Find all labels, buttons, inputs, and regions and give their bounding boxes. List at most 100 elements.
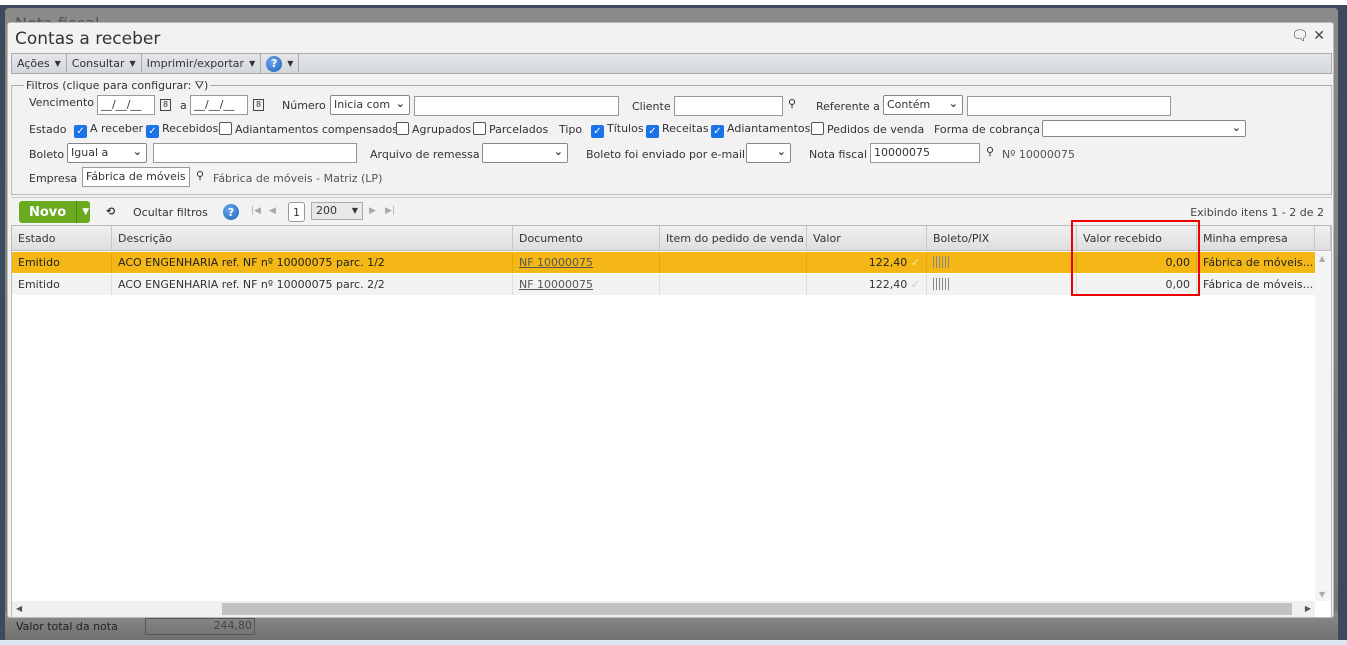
estado-a-receber-checkbox[interactable]: ✓ A receber <box>74 122 143 138</box>
checkbox-label: Pedidos de venda <box>827 123 925 136</box>
cell-estado: Emitido <box>12 274 112 295</box>
estado-adiantamentos-compensados-checkbox[interactable]: Adiantamentos compensados <box>219 122 398 136</box>
refresh-icon[interactable]: ⟲ <box>106 205 115 218</box>
referente-operator-select[interactable]: Contém ⌄ <box>883 95 963 115</box>
next-page-icon[interactable]: ▶ <box>369 206 376 216</box>
close-icon[interactable]: ✕ <box>1313 28 1325 44</box>
forma-cobranca-select[interactable]: ⌄ <box>1042 120 1246 137</box>
caret-down-icon: ▼ <box>129 59 136 68</box>
select-value: Contém <box>887 98 931 111</box>
empresa-input[interactable]: Fábrica de móveis - <box>82 167 190 187</box>
nota-fiscal-description: Nº 10000075 <box>1002 148 1075 161</box>
calendar-icon[interactable]: 8 <box>160 97 171 111</box>
novo-label: Novo <box>29 204 67 220</box>
barcode-icon[interactable] <box>933 278 949 290</box>
barcode-icon[interactable] <box>933 256 949 268</box>
search-icon[interactable]: ⚲ <box>986 145 994 158</box>
help-button[interactable]: ? <box>223 204 239 220</box>
dialog-window-controls: 🗨 ✕ <box>1291 28 1325 44</box>
nota-fiscal-input[interactable]: 10000075 <box>870 143 980 163</box>
first-page-icon[interactable]: |◀ <box>251 206 261 216</box>
comment-icon[interactable]: 🗨 <box>1291 28 1309 44</box>
vertical-scrollbar[interactable]: ▲ ▼ <box>1315 252 1331 601</box>
ocultar-filtros-button[interactable]: Ocultar filtros <box>133 206 208 219</box>
horizontal-scrollbar-thumb[interactable] <box>222 603 1292 615</box>
cell-boleto-pix <box>927 274 1077 295</box>
menu-imprimir-exportar[interactable]: Imprimir/exportar ▼ <box>142 54 262 73</box>
tipo-pedidos-de-venda-checkbox[interactable]: Pedidos de venda <box>811 122 924 136</box>
referente-label: Referente a <box>816 100 880 113</box>
tipo-label: Tipo <box>559 123 583 136</box>
checkbox-label: Adiantamentos compensados <box>235 123 398 136</box>
documento-link[interactable]: NF 10000075 <box>519 278 593 291</box>
column-header-estado[interactable]: Estado <box>12 226 112 251</box>
total-value-field[interactable]: 244,80 <box>145 618 255 635</box>
filter-funnel-icon[interactable]: ⛛ <box>195 79 204 92</box>
search-icon[interactable]: ⚲ <box>196 169 204 182</box>
estado-recebidos-checkbox[interactable]: ✓ Recebidos <box>146 122 218 138</box>
referente-input[interactable] <box>967 96 1171 116</box>
checkbox-icon: ✓ <box>711 125 724 138</box>
checkbox-label: Agrupados <box>412 123 472 136</box>
vencimento-to-input[interactable]: __/__/__ <box>190 95 248 115</box>
menu-bar: Ações ▼ Consultar ▼ Imprimir/exportar ▼ ? ▼ <box>11 53 1332 74</box>
tipo-adiantamentos-checkbox[interactable]: ✓ Adiantamentos <box>711 122 810 138</box>
cell-estado: Emitido <box>12 252 112 273</box>
cell-documento: NF 10000075 <box>513 252 660 273</box>
scroll-left-icon[interactable]: ◀ <box>16 604 22 613</box>
column-header-descricao[interactable]: Descrição <box>112 226 513 251</box>
chevron-down-icon: ⌄ <box>948 97 958 110</box>
estado-agrupados-checkbox[interactable]: Agrupados <box>396 122 471 136</box>
numero-input[interactable] <box>414 96 619 116</box>
novo-button[interactable]: Novo ▼ <box>19 201 90 223</box>
column-header-valor[interactable]: Valor <box>807 226 927 251</box>
vencimento-label: Vencimento <box>29 96 95 109</box>
horizontal-scrollbar[interactable]: ◀ ▶ <box>12 601 1315 617</box>
menu-consultar[interactable]: Consultar ▼ <box>67 54 142 73</box>
column-header-documento[interactable]: Documento <box>513 226 660 251</box>
checkbox-label: Recebidos <box>162 122 219 135</box>
caret-down-icon: ▼ <box>54 59 61 68</box>
column-header-item-pedido[interactable]: Item do pedido de venda <box>660 226 807 251</box>
contas-a-receber-dialog: Contas a receber 🗨 ✕ Ações ▼ Consultar ▼ I… <box>7 22 1334 618</box>
tipo-titulos-checkbox[interactable]: ✓ Títulos <box>591 122 644 138</box>
menu-label: Ações <box>17 57 50 70</box>
documento-link[interactable]: NF 10000075 <box>519 256 593 269</box>
estado-parcelados-checkbox[interactable]: Parcelados <box>473 122 548 136</box>
boleto-email-select[interactable]: ⌄ <box>746 143 791 163</box>
help-icon: ? <box>266 55 283 72</box>
numero-operator-select[interactable]: Inicia com ⌄ <box>330 95 410 115</box>
vencimento-from-input[interactable]: __/__/__ <box>97 95 155 115</box>
novo-dropdown-caret-icon[interactable]: ▼ <box>76 201 94 223</box>
boleto-input[interactable] <box>153 143 357 163</box>
page-number-input[interactable]: 1 <box>288 202 305 222</box>
checkbox-icon: ✓ <box>646 125 659 138</box>
page-size-select[interactable]: 200 ▼ <box>311 202 363 220</box>
prev-page-icon[interactable]: ◀ <box>269 206 276 216</box>
last-page-icon[interactable]: ▶| <box>385 206 395 216</box>
cliente-input[interactable] <box>674 96 783 116</box>
caret-down-icon: ▼ <box>287 59 294 68</box>
column-header-minha-empresa[interactable]: Minha empresa <box>1197 226 1315 251</box>
chevron-down-icon: ⌄ <box>1231 121 1241 134</box>
column-header-boleto-pix[interactable]: Boleto/PIX <box>927 226 1077 251</box>
menu-help[interactable]: ? ▼ <box>261 54 300 73</box>
arquivo-remessa-select[interactable]: ⌄ <box>482 143 568 163</box>
tipo-receitas-checkbox[interactable]: ✓ Receitas <box>646 122 709 138</box>
checkbox-label: A receber <box>90 122 144 135</box>
checkbox-icon <box>473 122 486 135</box>
scroll-down-icon[interactable]: ▼ <box>1319 590 1325 599</box>
scroll-right-icon[interactable]: ▶ <box>1305 604 1311 613</box>
calendar-icon[interactable]: 8 <box>253 97 264 111</box>
filters-legend[interactable]: Filtros (clique para configurar: ⛛) <box>24 79 211 93</box>
caret-down-icon: ▼ <box>351 206 358 215</box>
search-icon[interactable]: ⚲ <box>788 97 796 110</box>
boleto-operator-select[interactable]: Igual a ⌄ <box>67 143 147 163</box>
menu-acoes[interactable]: Ações ▼ <box>12 54 67 73</box>
check-icon: ✓ <box>910 256 920 269</box>
cell-documento: NF 10000075 <box>513 274 660 295</box>
empresa-label: Empresa <box>29 172 78 185</box>
scroll-up-icon[interactable]: ▲ <box>1319 254 1325 263</box>
cell-item-pedido <box>660 274 807 295</box>
checkbox-label: Títulos <box>607 122 644 135</box>
